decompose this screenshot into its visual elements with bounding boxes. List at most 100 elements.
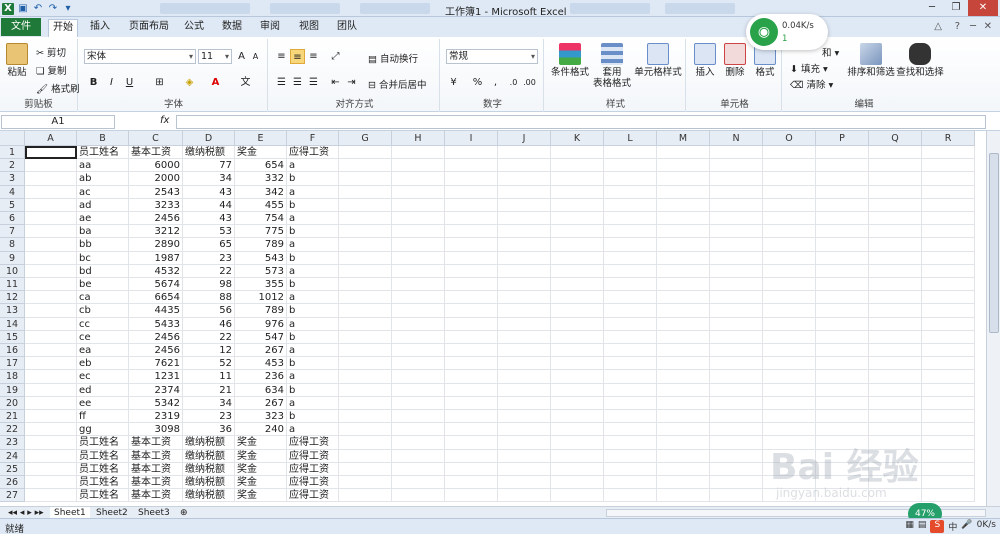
cell[interactable]: [763, 304, 816, 318]
cell-styles-button[interactable]: 单元格样式: [632, 43, 684, 78]
row-header[interactable]: 3: [0, 172, 25, 186]
cell[interactable]: [710, 383, 763, 397]
cell[interactable]: [657, 146, 710, 160]
cell[interactable]: [869, 344, 922, 358]
cell[interactable]: 员工姓名: [77, 489, 129, 503]
format-as-table-button[interactable]: 套用 表格格式: [592, 43, 632, 89]
tab-data[interactable]: 数据: [218, 19, 246, 37]
cell[interactable]: [392, 357, 445, 371]
cell[interactable]: a: [287, 212, 339, 226]
cell[interactable]: [551, 172, 604, 186]
cell[interactable]: [25, 383, 77, 397]
cell[interactable]: [25, 344, 77, 358]
cell[interactable]: [710, 278, 763, 292]
cell[interactable]: [392, 476, 445, 490]
cell[interactable]: 基本工资: [129, 146, 183, 160]
tab-view[interactable]: 视图: [295, 19, 323, 37]
cell[interactable]: [922, 251, 975, 265]
cell[interactable]: 23: [183, 410, 235, 424]
cell[interactable]: [498, 410, 551, 424]
cell[interactable]: [25, 291, 77, 305]
autosum-button[interactable]: 和 ▾: [822, 45, 839, 59]
cell[interactable]: [710, 357, 763, 371]
row-header[interactable]: 15: [0, 330, 25, 344]
cell[interactable]: [25, 317, 77, 331]
cell[interactable]: [445, 278, 498, 292]
align-center-icon[interactable]: ☰: [290, 75, 305, 90]
cell[interactable]: [551, 317, 604, 331]
merge-center-button[interactable]: ⊟ 合并后居中: [368, 77, 427, 91]
cell[interactable]: [657, 357, 710, 371]
cell[interactable]: [392, 462, 445, 476]
row-header[interactable]: 10: [0, 264, 25, 278]
cell[interactable]: [657, 410, 710, 424]
cell[interactable]: 缴纳税额: [183, 436, 235, 450]
cell[interactable]: 员工姓名: [77, 462, 129, 476]
formula-input[interactable]: [176, 115, 986, 129]
cell[interactable]: 355: [235, 278, 287, 292]
cell[interactable]: [25, 476, 77, 490]
cell[interactable]: 员工姓名: [77, 476, 129, 490]
cell[interactable]: [339, 317, 392, 331]
cell[interactable]: [498, 304, 551, 318]
cell[interactable]: aa: [77, 159, 129, 173]
cell[interactable]: [445, 410, 498, 424]
cell[interactable]: [392, 251, 445, 265]
comma-button[interactable]: ,: [488, 75, 503, 90]
cell[interactable]: [763, 251, 816, 265]
cell[interactable]: [710, 146, 763, 160]
cell[interactable]: [763, 370, 816, 384]
row-header[interactable]: 1: [0, 146, 25, 160]
cell[interactable]: [498, 238, 551, 252]
row-header[interactable]: 21: [0, 410, 25, 424]
cell[interactable]: 缴纳税额: [183, 489, 235, 503]
cell[interactable]: [922, 264, 975, 278]
row-header[interactable]: 11: [0, 278, 25, 292]
cell[interactable]: [869, 291, 922, 305]
cell[interactable]: [551, 212, 604, 226]
cell[interactable]: [551, 357, 604, 371]
cell[interactable]: 46: [183, 317, 235, 331]
ribbon-close-icon[interactable]: ✕: [984, 21, 992, 32]
tab-team[interactable]: 团队: [333, 19, 361, 37]
cell[interactable]: 员工姓名: [77, 449, 129, 463]
cell[interactable]: 4532: [129, 264, 183, 278]
cell[interactable]: [869, 146, 922, 160]
cell[interactable]: [604, 396, 657, 410]
cell[interactable]: [392, 304, 445, 318]
cell[interactable]: [392, 264, 445, 278]
bold-button[interactable]: B: [86, 75, 101, 90]
cell[interactable]: [551, 489, 604, 503]
cell[interactable]: [922, 159, 975, 173]
cell[interactable]: 1231: [129, 370, 183, 384]
ribbon-minimize-icon[interactable]: ─: [970, 21, 976, 32]
cell[interactable]: 缴纳税额: [183, 476, 235, 490]
cell[interactable]: 1012: [235, 291, 287, 305]
column-header[interactable]: E: [235, 131, 287, 146]
cell[interactable]: [657, 489, 710, 503]
cell[interactable]: 2374: [129, 383, 183, 397]
cell[interactable]: [604, 370, 657, 384]
cell[interactable]: [25, 423, 77, 437]
row-header[interactable]: 18: [0, 370, 25, 384]
cell[interactable]: [392, 344, 445, 358]
cell[interactable]: [763, 344, 816, 358]
cell[interactable]: ae: [77, 212, 129, 226]
cell[interactable]: [551, 291, 604, 305]
cell[interactable]: [604, 476, 657, 490]
cell[interactable]: [763, 185, 816, 199]
cell[interactable]: 754: [235, 212, 287, 226]
cell[interactable]: [657, 383, 710, 397]
cell[interactable]: b: [287, 225, 339, 239]
cell[interactable]: 547: [235, 330, 287, 344]
cell[interactable]: 11: [183, 370, 235, 384]
cell[interactable]: [498, 462, 551, 476]
cell[interactable]: 654: [235, 159, 287, 173]
cell[interactable]: [339, 489, 392, 503]
cell[interactable]: [392, 185, 445, 199]
cell[interactable]: [339, 436, 392, 450]
row-header[interactable]: 20: [0, 396, 25, 410]
cell[interactable]: [604, 330, 657, 344]
cell[interactable]: [710, 489, 763, 503]
cell[interactable]: 基本工资: [129, 489, 183, 503]
